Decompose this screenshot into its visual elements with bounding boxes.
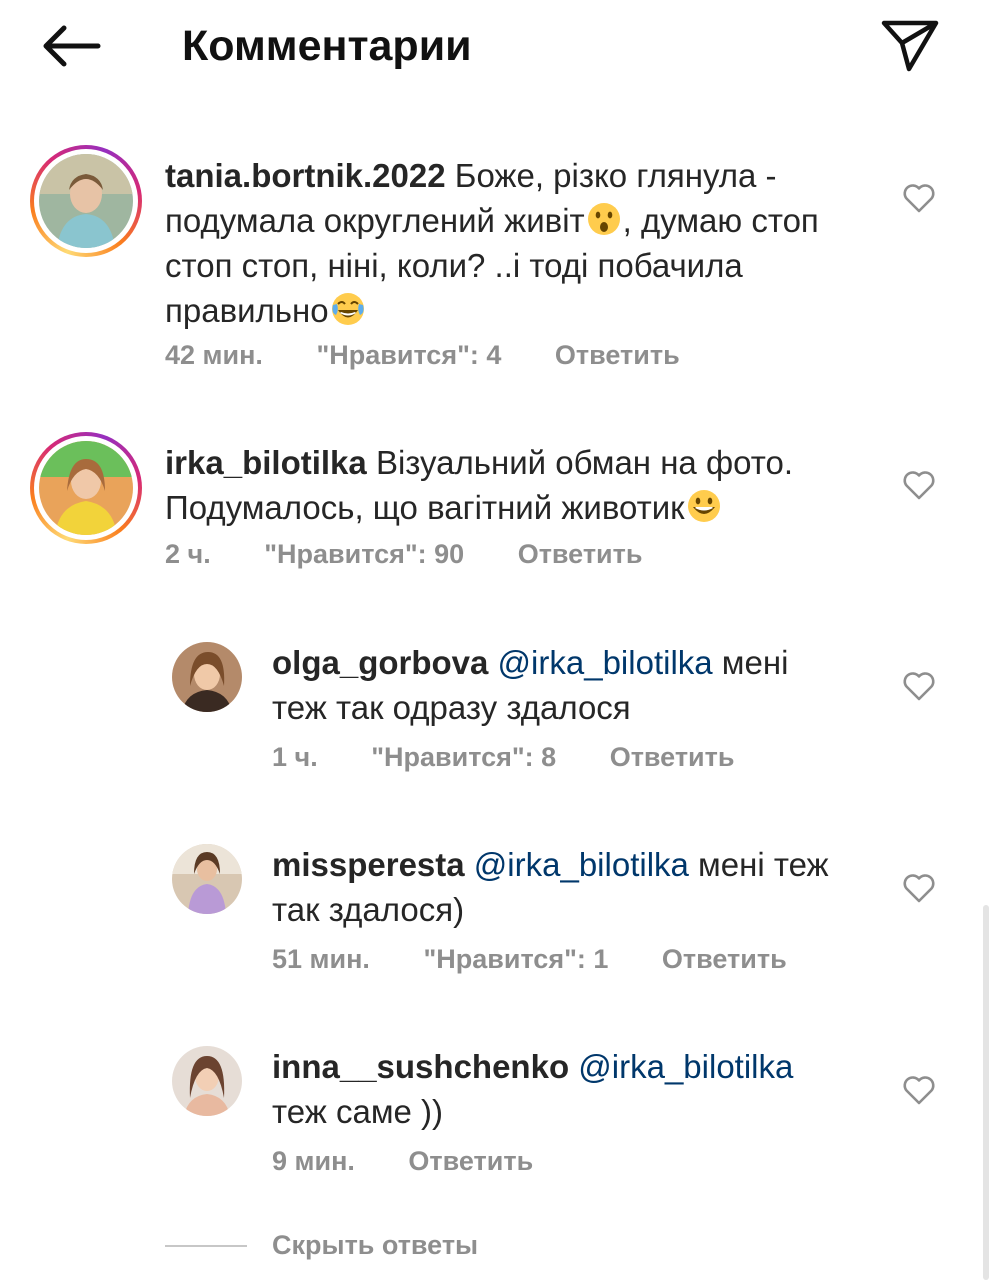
reply-text: inna__sushchenko @irka_bilotilka теж сам… bbox=[272, 1044, 832, 1134]
avatar[interactable] bbox=[172, 844, 242, 914]
arrow-left-icon bbox=[43, 25, 101, 67]
reply-meta: 51 мин. "Нравится": 1 Ответить bbox=[272, 944, 833, 975]
reply-username[interactable]: olga_gorbova bbox=[272, 644, 488, 681]
back-button[interactable] bbox=[36, 18, 106, 74]
reply-text: missperesta @irka_bilotilka мені теж так… bbox=[272, 842, 872, 932]
face-with-tears-of-joy-icon bbox=[331, 293, 364, 325]
comment-time: 2 ч. bbox=[165, 539, 211, 569]
mention-link[interactable]: @irka_bilotilka bbox=[498, 644, 713, 681]
divider-line bbox=[165, 1245, 247, 1247]
heart-icon[interactable] bbox=[902, 469, 936, 501]
header: Комментарии bbox=[0, 0, 991, 100]
reply-username[interactable]: missperesta bbox=[272, 846, 465, 883]
page-title: Комментарии bbox=[182, 22, 472, 70]
story-ring[interactable] bbox=[30, 432, 142, 544]
reply-meta: 1 ч. "Нравится": 8 Ответить bbox=[272, 742, 780, 773]
reply-body: теж саме )) bbox=[272, 1093, 444, 1130]
reply-button[interactable]: Ответить bbox=[662, 944, 787, 974]
reply-likes[interactable]: "Нравится": 1 bbox=[423, 944, 608, 974]
avatar[interactable] bbox=[172, 1046, 242, 1116]
heart-icon[interactable] bbox=[902, 1074, 936, 1106]
comment-text: tania.bortnik.2022 Боже, різко глянула -… bbox=[165, 153, 855, 333]
mention-link[interactable]: @irka_bilotilka bbox=[474, 846, 689, 883]
scrollbar[interactable] bbox=[983, 905, 989, 1280]
comment-meta: 2 ч. "Нравится": 90 Ответить bbox=[165, 539, 688, 570]
heart-icon[interactable] bbox=[902, 182, 936, 214]
story-ring[interactable] bbox=[30, 145, 142, 257]
avatar bbox=[39, 441, 133, 535]
heart-icon[interactable] bbox=[902, 670, 936, 702]
comment-likes[interactable]: "Нравится": 4 bbox=[316, 340, 501, 370]
reply-text: olga_gorbova @irka_bilotilka мені теж та… bbox=[272, 640, 852, 730]
hide-replies-button[interactable]: Скрыть ответы bbox=[272, 1230, 478, 1261]
comment-likes[interactable]: "Нравится": 90 bbox=[264, 539, 464, 569]
reply-meta: 9 мин. Ответить bbox=[272, 1146, 579, 1177]
reply-button[interactable]: Ответить bbox=[408, 1146, 533, 1176]
comment-username[interactable]: irka_bilotilka bbox=[165, 444, 367, 481]
avatar bbox=[39, 154, 133, 248]
comment-username[interactable]: tania.bortnik.2022 bbox=[165, 157, 446, 194]
comment-meta: 42 мин. "Нравится": 4 Ответить bbox=[165, 340, 726, 371]
reply-likes[interactable]: "Нравится": 8 bbox=[371, 742, 556, 772]
reply-time: 9 мин. bbox=[272, 1146, 355, 1176]
astonished-face-icon bbox=[587, 203, 620, 235]
comment-time: 42 мин. bbox=[165, 340, 263, 370]
reply-time: 1 ч. bbox=[272, 742, 318, 772]
paper-plane-icon bbox=[881, 20, 939, 72]
avatar[interactable] bbox=[172, 642, 242, 712]
reply-button[interactable]: Ответить bbox=[555, 340, 680, 370]
share-button[interactable] bbox=[876, 14, 946, 78]
reply-time: 51 мин. bbox=[272, 944, 370, 974]
reply-button[interactable]: Ответить bbox=[610, 742, 735, 772]
comment-text: irka_bilotilka Візуальний обман на фото.… bbox=[165, 440, 855, 530]
grinning-face-icon bbox=[687, 490, 720, 522]
reply-button[interactable]: Ответить bbox=[518, 539, 643, 569]
reply-username[interactable]: inna__sushchenko bbox=[272, 1048, 569, 1085]
mention-link[interactable]: @irka_bilotilka bbox=[578, 1048, 793, 1085]
heart-icon[interactable] bbox=[902, 872, 936, 904]
